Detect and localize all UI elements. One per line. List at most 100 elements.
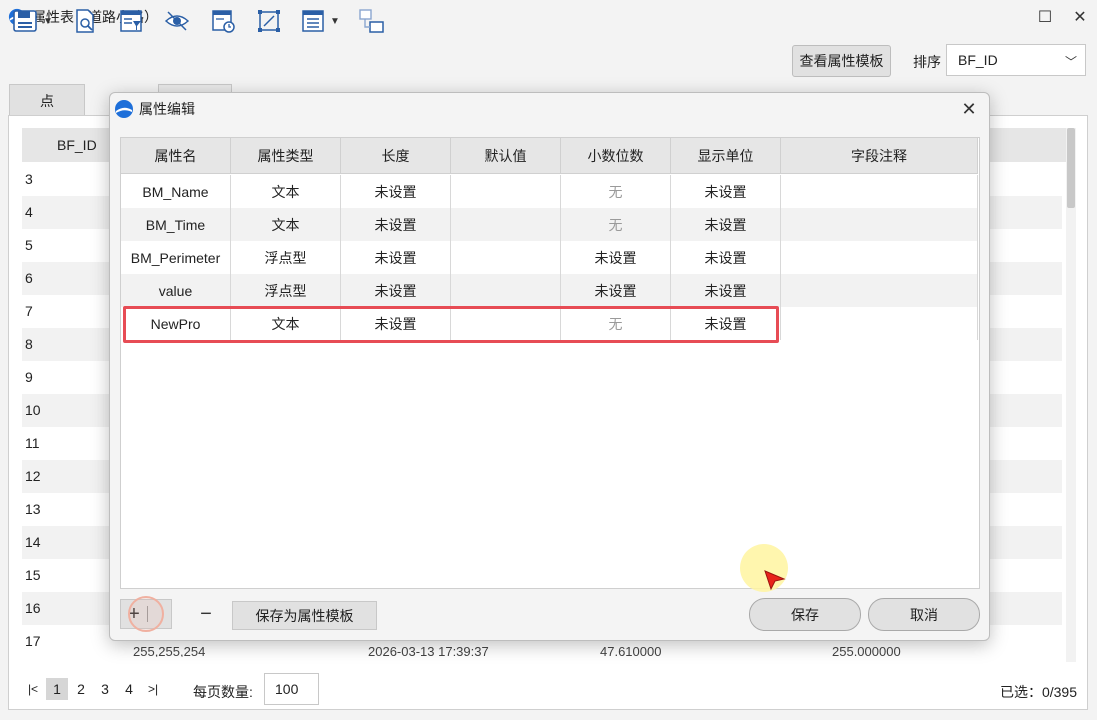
attribute-row[interactable]: BM_Name 文本 未设置无未设置 [121, 175, 978, 208]
selected-count: 已选：0/395 [999, 684, 1077, 700]
cell-type[interactable]: 文本 [231, 208, 341, 241]
page-3-button[interactable]: 3 [94, 678, 116, 700]
column-header[interactable]: 属性类型 [231, 138, 341, 174]
cell-comment[interactable] [781, 307, 978, 340]
column-header-bf-id[interactable]: BF_ID [57, 137, 97, 153]
cell-decimals[interactable]: 未设置 [561, 241, 671, 274]
cell-decimals[interactable]: 无 [561, 307, 671, 340]
row-id: 13 [25, 501, 41, 517]
view-attribute-template-button[interactable]: 查看属性模板 [792, 45, 891, 77]
column-header[interactable]: 小数位数 [561, 138, 671, 174]
column-header[interactable]: 长度 [341, 138, 451, 174]
cell-decimals[interactable]: 无 [561, 208, 671, 241]
cell-default[interactable] [451, 208, 561, 241]
save-as-template-button[interactable]: 保存为属性模板 [232, 601, 377, 630]
attribute-row[interactable]: BM_Time 文本 未设置无未设置 [121, 208, 978, 241]
attribute-row[interactable]: BM_Perimeter 浮点型 未设置 未设置 未设置 [121, 241, 978, 274]
cell-default[interactable] [451, 307, 561, 340]
maximize-button[interactable]: ☐ [1033, 6, 1057, 28]
pagination: |< 1 2 3 4 >| [22, 672, 166, 706]
cell-comment[interactable] [781, 208, 978, 241]
app-logo-icon [115, 100, 133, 118]
vertical-scrollbar[interactable] [1066, 128, 1076, 662]
cell-decimals[interactable]: 未设置 [561, 274, 671, 307]
cell-comment[interactable] [781, 175, 978, 208]
row-id: 14 [25, 534, 41, 550]
cell-name[interactable]: value [121, 274, 231, 307]
scrollbar-thumb[interactable] [1067, 128, 1075, 208]
per-page-label: 每页数量: [193, 684, 253, 700]
cell-length[interactable]: 未设置 [341, 175, 451, 208]
column-header[interactable]: 属性名 [121, 138, 231, 174]
tab-point-label: 点 [40, 92, 54, 109]
attribute-row[interactable]: NewPro 文本 未设置无未设置 [121, 307, 978, 340]
cancel-button[interactable]: 取消 [868, 598, 980, 631]
column-header[interactable]: 显示单位 [671, 138, 781, 174]
cell-length[interactable]: 未设置 [341, 274, 451, 307]
save-button[interactable]: 保存 [749, 598, 861, 631]
columns-dropdown-chevron-icon[interactable]: ▼ [329, 14, 341, 28]
per-page-input[interactable]: 100 [264, 673, 319, 705]
row-id: 16 [25, 600, 41, 616]
tab-point[interactable]: 点 [9, 84, 85, 116]
cell-comment[interactable] [781, 241, 978, 274]
edit-geometry-icon[interactable] [254, 6, 284, 36]
cell-decimals[interactable]: 无 [561, 175, 671, 208]
save-dropdown-chevron-icon[interactable]: ▼ [42, 14, 54, 28]
visibility-eye-icon[interactable] [162, 6, 192, 36]
cell-comment[interactable] [781, 274, 978, 307]
cell-default[interactable] [451, 274, 561, 307]
cell-type[interactable]: 文本 [231, 307, 341, 340]
cell-name[interactable]: BM_Name [121, 175, 231, 208]
cell-unit[interactable]: 未设置 [671, 307, 781, 340]
dialog-close-icon[interactable]: ✕ [959, 99, 979, 119]
add-remove-group: + [120, 599, 172, 629]
row-id: 8 [25, 336, 33, 352]
cell-length[interactable]: 未设置 [341, 208, 451, 241]
table-history-icon[interactable] [208, 6, 238, 36]
table-cell: 47.610000 [600, 645, 662, 657]
table-columns-icon[interactable] [298, 6, 328, 36]
column-header[interactable]: 默认值 [451, 138, 561, 174]
cell-name[interactable]: NewPro [121, 307, 231, 340]
last-page-icon[interactable]: >| [142, 678, 164, 700]
row-id: 6 [25, 270, 33, 286]
table-cell: 255,255,254 [133, 645, 206, 657]
row-id: 10 [25, 402, 41, 418]
cell-unit[interactable]: 未设置 [671, 274, 781, 307]
cell-length[interactable]: 未设置 [341, 307, 451, 340]
filter-table-icon[interactable] [116, 6, 146, 36]
add-attribute-button[interactable]: + [121, 600, 147, 628]
page-1-button[interactable]: 1 [46, 678, 68, 700]
sort-select[interactable]: BF_ID ﹀ [946, 44, 1086, 76]
cell-name[interactable]: BM_Time [121, 208, 231, 241]
cell-unit[interactable]: 未设置 [671, 241, 781, 274]
divider [147, 606, 148, 622]
cell-default[interactable] [451, 175, 561, 208]
row-id: 11 [25, 435, 40, 451]
close-window-button[interactable]: ✕ [1068, 6, 1092, 28]
link-tables-icon[interactable] [356, 6, 386, 36]
attribute-row[interactable]: value 浮点型 未设置 未设置 未设置 [121, 274, 978, 307]
first-page-icon[interactable]: |< [22, 678, 44, 700]
page-2-button[interactable]: 2 [70, 678, 92, 700]
column-header[interactable]: 字段注释 [781, 138, 978, 174]
dialog-titlebar: 属性编辑 [110, 93, 989, 125]
row-id: 12 [25, 468, 41, 484]
save-icon[interactable] [10, 6, 40, 36]
attribute-grid: 属性名 属性类型 长度 默认值 小数位数 显示单位 字段注释 BM_Name 文本 未设置无未设… [120, 137, 980, 589]
cell-type[interactable]: 文本 [231, 175, 341, 208]
query-document-icon[interactable] [70, 6, 100, 36]
page-4-button[interactable]: 4 [118, 678, 140, 700]
cell-type[interactable]: 浮点型 [231, 241, 341, 274]
cell-name[interactable]: BM_Perimeter [121, 241, 231, 274]
remove-attribute-button[interactable]: − [186, 599, 226, 629]
row-id: 15 [25, 567, 41, 583]
table-cell: 255.000000 [832, 645, 901, 657]
cell-length[interactable]: 未设置 [341, 241, 451, 274]
cell-unit[interactable]: 未设置 [671, 208, 781, 241]
row-id: 17 [25, 633, 41, 649]
cell-type[interactable]: 浮点型 [231, 274, 341, 307]
cell-default[interactable] [451, 241, 561, 274]
cell-unit[interactable]: 未设置 [671, 175, 781, 208]
